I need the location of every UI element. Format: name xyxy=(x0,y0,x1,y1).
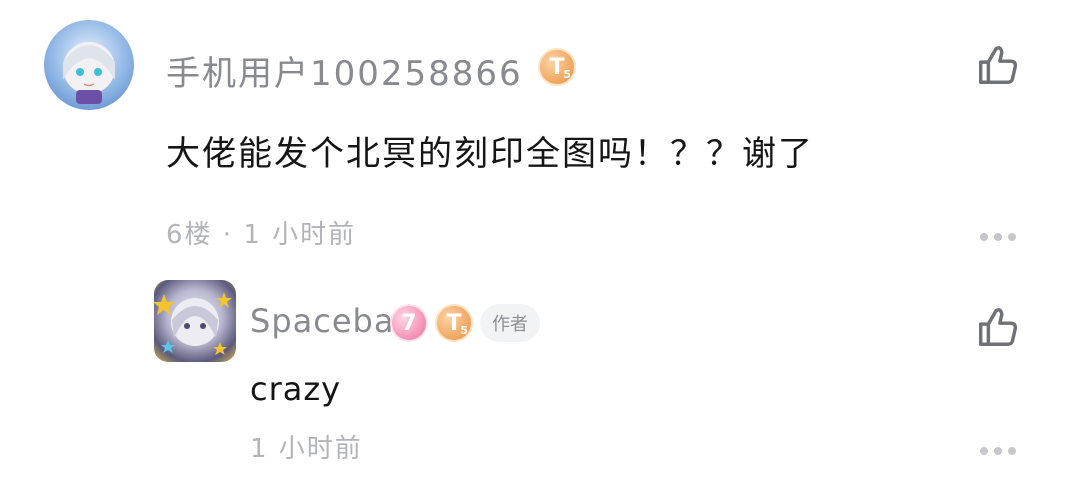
comment-username[interactable]: 手机用户100258866 xyxy=(166,46,523,95)
reply-text: crazy xyxy=(250,370,342,408)
dot xyxy=(980,233,988,241)
comment-text: 大佬能发个北冥的刻印全图吗！？？谢了 xyxy=(166,134,814,174)
user-level-badge[interactable]: 7 xyxy=(390,304,428,342)
dot xyxy=(980,447,988,455)
dot xyxy=(994,447,1002,455)
avatar-image xyxy=(63,42,115,104)
more-horizontal-icon[interactable] xyxy=(980,233,1016,243)
avatar-image xyxy=(154,292,232,355)
thumbs-up-icon[interactable] xyxy=(974,304,1020,350)
dot xyxy=(994,233,1002,241)
reply-avatar[interactable] xyxy=(154,280,236,362)
user-title-badge[interactable]: T 5 xyxy=(538,48,576,86)
avatar[interactable] xyxy=(44,20,134,110)
more-horizontal-icon[interactable] xyxy=(980,447,1016,457)
dot xyxy=(1008,233,1016,241)
user-title-badge[interactable]: T 5 xyxy=(435,304,473,342)
thumbs-up-icon[interactable] xyxy=(974,42,1020,88)
comment-meta: 6楼 · 1 小时前 xyxy=(166,220,357,250)
author-tag: 作者 xyxy=(480,304,540,342)
reply-username[interactable]: Spacebar xyxy=(250,302,409,340)
reply-meta: 1 小时前 xyxy=(250,434,363,464)
dot xyxy=(1008,447,1016,455)
